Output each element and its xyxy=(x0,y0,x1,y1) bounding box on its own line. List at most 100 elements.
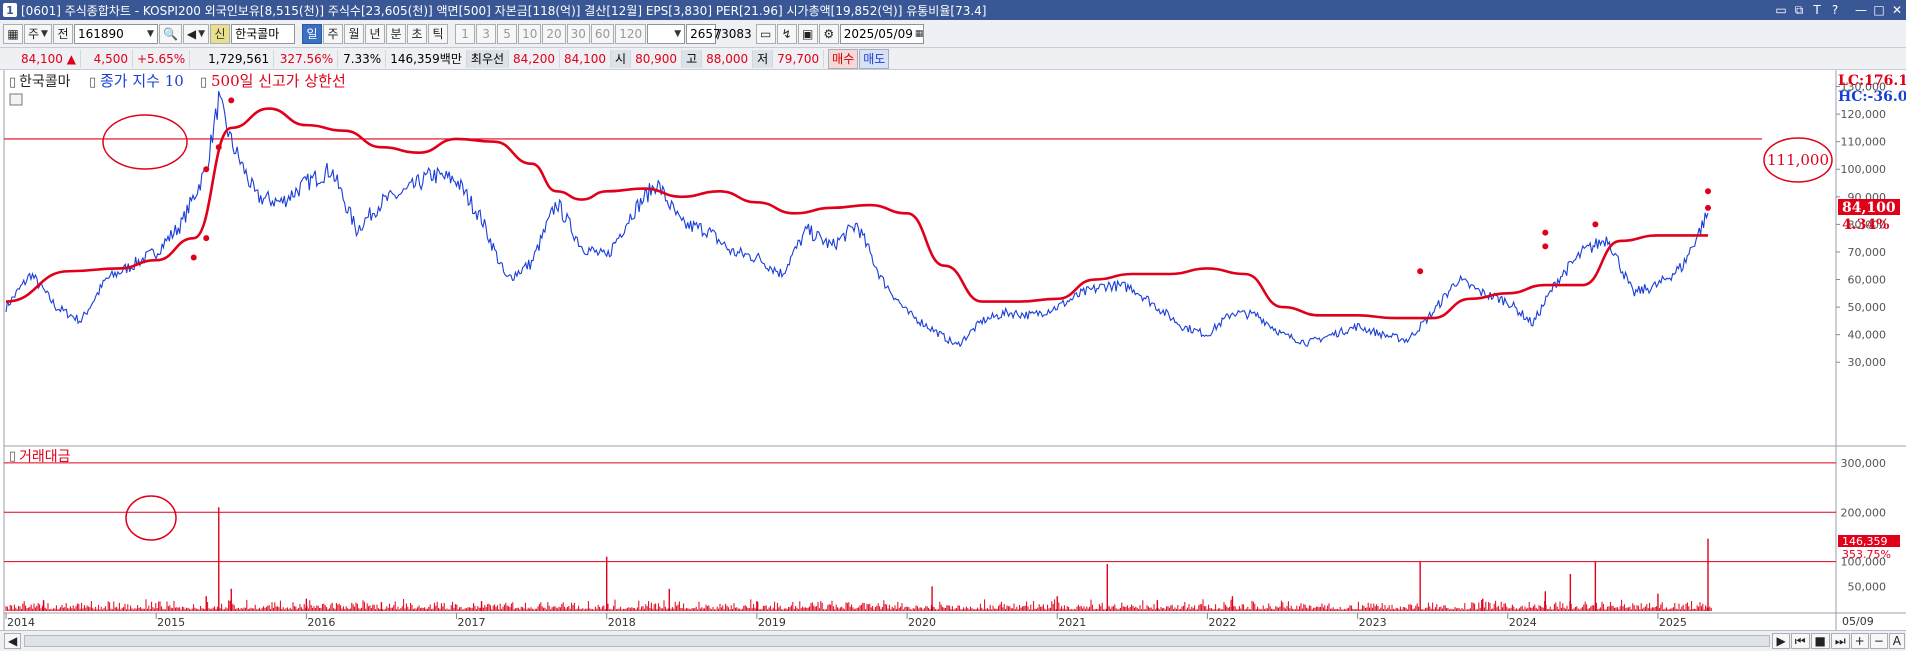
price-ytick-label: 110,000 xyxy=(1841,136,1887,149)
period-type-select[interactable]: 주 ▼ xyxy=(24,23,52,44)
x-tick-label: 2023 xyxy=(1359,616,1387,629)
low-price: 79,700 xyxy=(773,49,825,68)
volume-legend: 거래대금 xyxy=(19,449,71,465)
volume-ytick-label: 50,000 xyxy=(1848,580,1887,593)
turnover: 7.33% xyxy=(338,49,387,68)
font-size-icon[interactable]: A xyxy=(1888,633,1905,649)
x-tick-label: 2024 xyxy=(1509,616,1537,629)
window-title: [0601] 주식종합차트 - KOSPI200 외국인보유[8,515(천)]… xyxy=(21,3,987,18)
new-high-marker xyxy=(1417,268,1424,275)
tab-week[interactable]: 주 xyxy=(323,23,344,44)
menu-icon[interactable]: ▦ xyxy=(3,23,23,44)
x-tick-label: 2018 xyxy=(608,616,636,629)
reset-icon[interactable]: ▭ xyxy=(755,23,776,44)
tab-second[interactable]: 초 xyxy=(407,23,428,44)
tab-minute[interactable]: 분 xyxy=(386,23,407,44)
date-input[interactable]: 2025/05/09 ▦ xyxy=(839,23,924,44)
price-change: 4,500 xyxy=(81,49,133,68)
chevron-down-icon: ▼ xyxy=(41,28,48,39)
x-tick-label: 2016 xyxy=(307,616,335,629)
minute-option-10[interactable]: 10 xyxy=(518,23,542,44)
legend-close-series[interactable]: 종가 지수 10 xyxy=(100,72,184,90)
prior-bid: 84,100 xyxy=(560,49,612,68)
price-ytick-label: 50,000 xyxy=(1848,301,1887,314)
x-tick-label: 2019 xyxy=(758,616,786,629)
stop-icon[interactable]: ■ xyxy=(1810,633,1830,649)
new-high-marker xyxy=(203,235,210,242)
minute-option-1[interactable]: 1 xyxy=(455,23,476,44)
x-axis-end-label: 05/09 xyxy=(1842,615,1874,628)
stock-code-input[interactable]: 161890 ▼ xyxy=(73,23,158,44)
tab-year[interactable]: 년 xyxy=(365,23,386,44)
x-tick-label: 2020 xyxy=(908,616,936,629)
legend-marker-icon: ▯ xyxy=(89,75,96,90)
tab-tick[interactable]: 틱 xyxy=(428,23,449,44)
toolbar: ▦ 주 ▼ 전 161890 ▼ 🔍 ◀ ▼ 신 한국콜마 일 주 월 년 분 초 틱… xyxy=(0,20,1906,48)
zoom-in-icon[interactable]: + xyxy=(1850,633,1869,649)
draw-icon[interactable]: ↯ xyxy=(776,23,797,44)
low-label: 저 xyxy=(753,49,774,68)
app-window: 1 [0601] 주식종합차트 - KOSPI200 외국인보유[8,515(천… xyxy=(0,0,1906,651)
prior-label: 최우선 xyxy=(466,49,510,68)
current-price: 84,100 ▲ xyxy=(3,49,81,68)
legend-marker-icon: ▯ xyxy=(9,449,16,464)
grid-toggle-icon[interactable] xyxy=(9,93,23,106)
x-tick-label: 2017 xyxy=(458,616,486,629)
legend-marker-icon: ▯ xyxy=(9,75,16,90)
minute-option-3[interactable]: 3 xyxy=(476,23,497,44)
x-tick-label: 2015 xyxy=(157,616,185,629)
tab-day[interactable]: 일 xyxy=(302,23,323,44)
count-input[interactable]: 2657 xyxy=(686,23,721,44)
chart-nav-bar: ◀ ▶ ⏮ ■ ⏭ + − A xyxy=(0,630,1906,651)
last-volume-label: 146,359 xyxy=(1842,535,1888,548)
last-change-label: 4.34% xyxy=(1842,217,1889,233)
chevron-down-icon: ▼ xyxy=(674,28,682,39)
prior-ask: 84,200 xyxy=(509,49,561,68)
speaker-icon[interactable]: ◀ ▼ xyxy=(182,23,210,44)
scroll-left-icon[interactable]: ◀ xyxy=(4,633,22,649)
chart-area[interactable]: 30,00040,00050,00060,00070,00080,00090,0… xyxy=(0,70,1906,630)
help-icon[interactable]: ? xyxy=(1826,3,1844,17)
layout-icon[interactable]: ▭ xyxy=(1772,3,1790,17)
x-tick-label: 2022 xyxy=(1208,616,1236,629)
annotation-label-111000: 111,000 xyxy=(1767,151,1829,169)
tab-month[interactable]: 월 xyxy=(344,23,365,44)
save-icon[interactable]: ▣ xyxy=(797,23,818,44)
lc-label: LC:176.1 xyxy=(1838,73,1906,89)
volume: 1,729,561 xyxy=(190,49,275,68)
rewind-icon[interactable]: ⏮ xyxy=(1790,633,1810,649)
minute-option-120[interactable]: 120 xyxy=(615,23,647,44)
volume-ytick-label: 200,000 xyxy=(1841,506,1887,519)
legend-marker-icon: ▯ xyxy=(200,75,207,90)
last-price-label: 84,100 xyxy=(1842,200,1896,216)
new-high-marker xyxy=(215,144,222,151)
search-icon[interactable]: 🔍 xyxy=(158,23,182,44)
buy-button[interactable]: 매수 xyxy=(828,48,859,69)
text-icon[interactable]: T xyxy=(1808,3,1826,17)
legend-upper-line[interactable]: 500일 신고가 상한선 xyxy=(211,72,346,90)
close-icon[interactable]: ✕ xyxy=(1888,3,1906,17)
custom-interval-select[interactable]: ▼ xyxy=(647,23,686,44)
forward-icon[interactable]: ⏭ xyxy=(1830,633,1850,649)
zoom-out-icon[interactable]: − xyxy=(1869,633,1888,649)
new-high-marker xyxy=(203,166,210,173)
settings-icon[interactable]: ⚙ xyxy=(818,23,839,44)
hc-label: HC:-36.0 xyxy=(1838,89,1906,105)
price-ytick-label: 60,000 xyxy=(1848,274,1887,287)
minute-option-20[interactable]: 20 xyxy=(542,23,566,44)
maximize-icon[interactable]: □ xyxy=(1870,3,1888,17)
new-high-marker xyxy=(228,97,235,104)
stock-name-field[interactable]: 한국콜마 xyxy=(231,23,296,44)
x-tick-label: 2025 xyxy=(1659,616,1687,629)
sell-button[interactable]: 매도 xyxy=(859,48,890,69)
jeon-button[interactable]: 전 xyxy=(52,23,73,44)
minute-option-5[interactable]: 5 xyxy=(497,23,518,44)
play-icon[interactable]: ▶ xyxy=(1772,633,1790,649)
tile-icon[interactable]: ⧉ xyxy=(1790,3,1808,18)
open-price: 80,900 xyxy=(631,49,683,68)
minimize-icon[interactable]: — xyxy=(1852,3,1870,17)
minute-option-30[interactable]: 30 xyxy=(566,23,590,44)
horizontal-scrollbar[interactable] xyxy=(24,635,1771,647)
minute-option-60[interactable]: 60 xyxy=(590,23,615,44)
title-bar: 1 [0601] 주식종합차트 - KOSPI200 외국인보유[8,515(천… xyxy=(0,0,1906,20)
